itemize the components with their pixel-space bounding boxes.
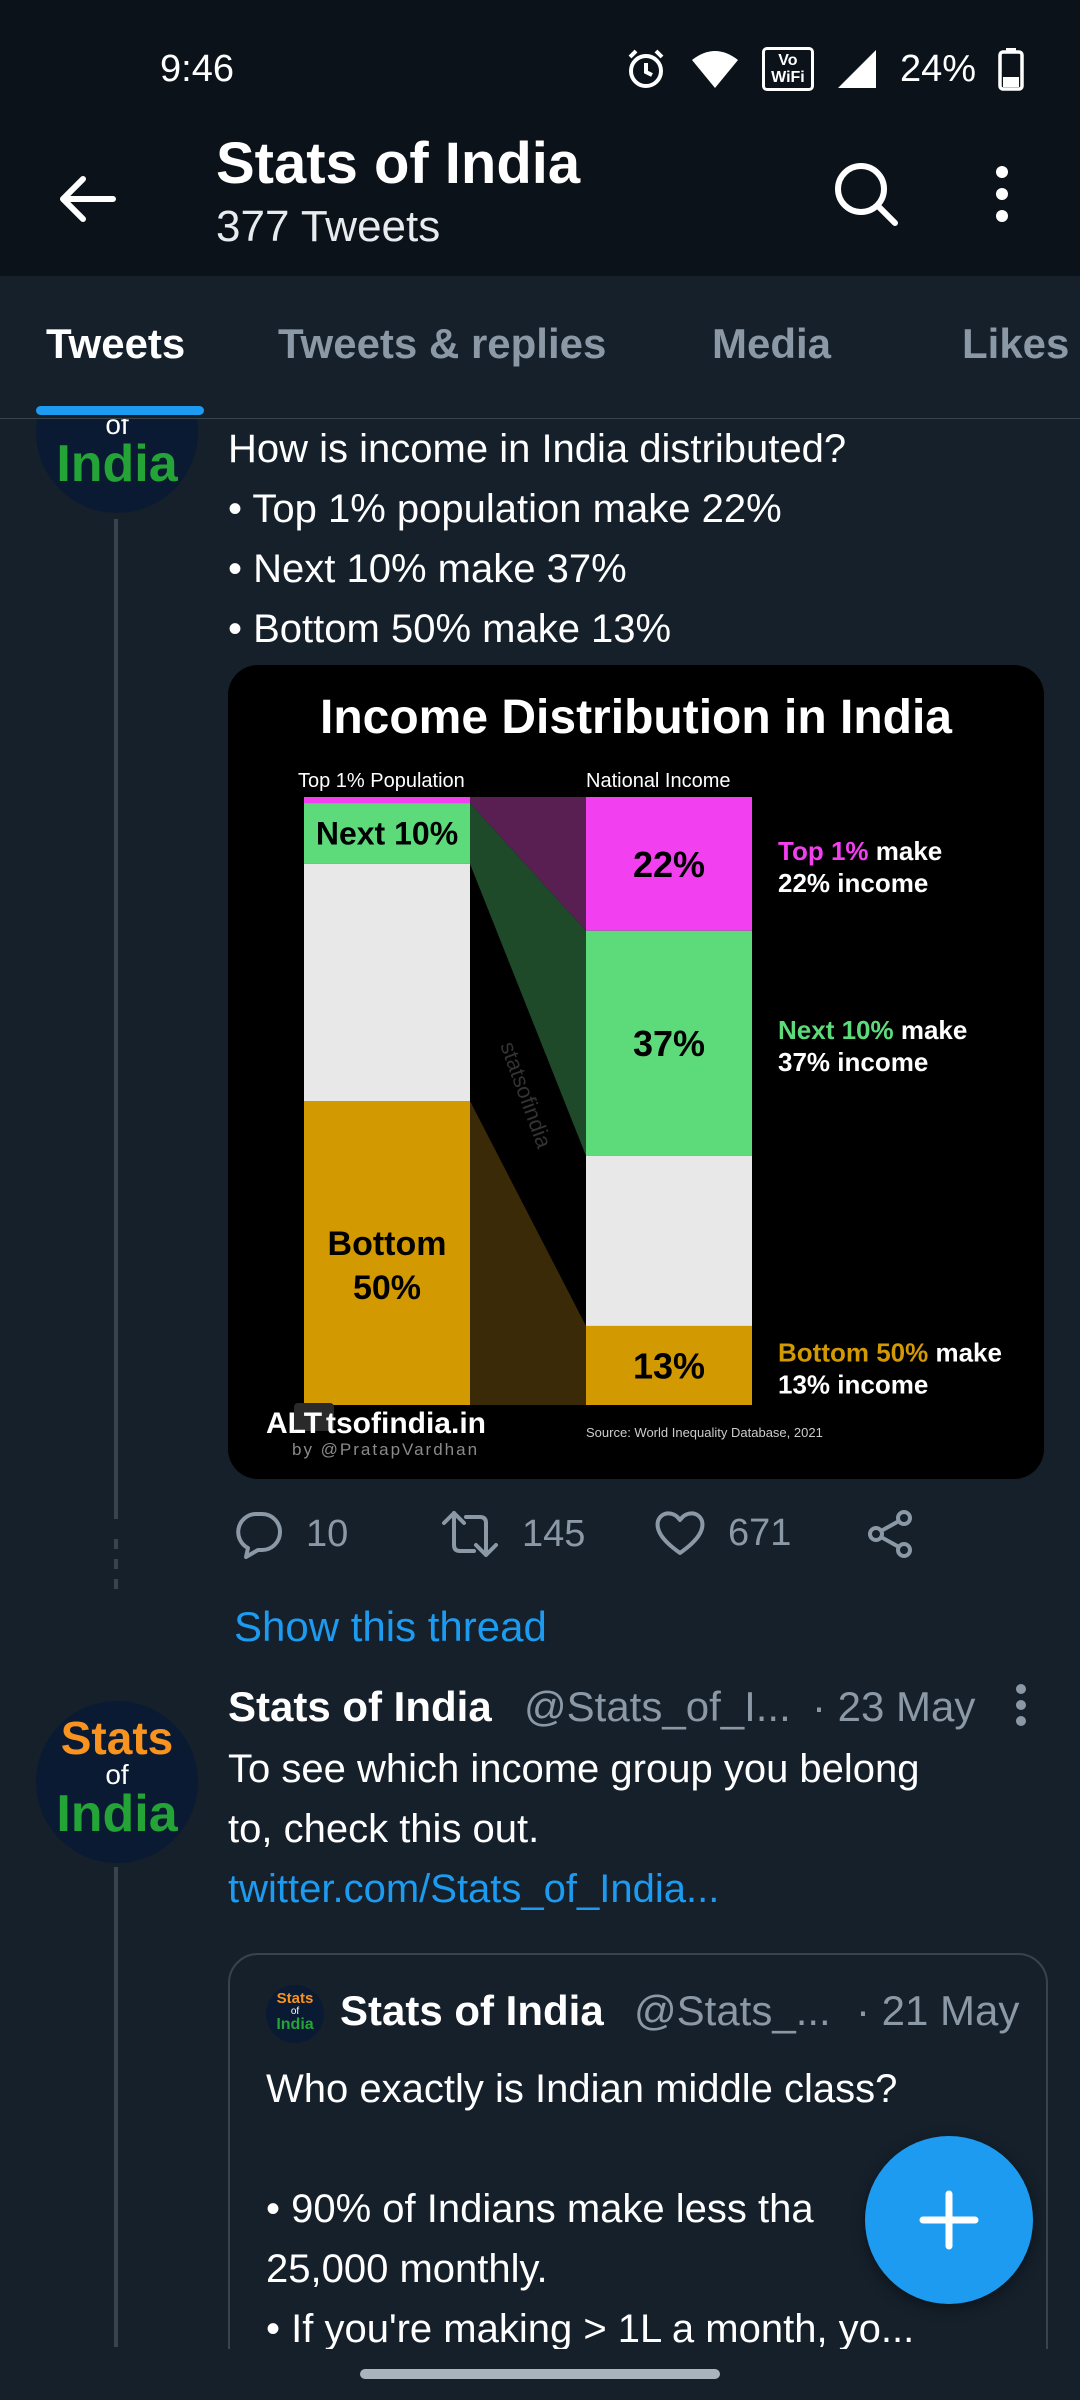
income-bar-segment bbox=[586, 1155, 752, 1326]
population-bar-segment bbox=[304, 797, 470, 804]
profile-tabs: Tweets Tweets & replies Media Likes bbox=[0, 276, 1080, 419]
quote-author-handle: @Stats_... bbox=[634, 1987, 831, 2034]
status-time: 9:46 bbox=[160, 48, 234, 90]
thread-line bbox=[114, 519, 118, 1519]
population-label: 50% bbox=[353, 1269, 421, 1307]
chart-title: Income Distribution in India bbox=[320, 691, 952, 744]
annotation-line2: 22% income bbox=[778, 868, 928, 898]
annotation-highlight: Top 1% bbox=[778, 836, 869, 866]
search-button[interactable] bbox=[826, 154, 906, 234]
alt-badge: ALT bbox=[266, 1407, 322, 1440]
retweet-count: 145 bbox=[522, 1512, 586, 1555]
active-tab-indicator bbox=[36, 406, 204, 415]
flow-band-3 bbox=[470, 1101, 586, 1405]
avatar[interactable]: Stats of India bbox=[36, 419, 198, 513]
annotation-line2: 13% income bbox=[778, 1369, 928, 1399]
population-bar-segment bbox=[304, 863, 470, 1101]
income-value-label: 22% bbox=[633, 844, 705, 885]
tweet-text: To see which income group you belong to,… bbox=[228, 1739, 1028, 1919]
tab-tweets[interactable]: Tweets bbox=[46, 320, 185, 368]
site-text: tsofindia.in bbox=[326, 1407, 486, 1440]
tweet-text: How is income in India distributed? • To… bbox=[228, 419, 846, 659]
tweet-line: • Top 1% population make 22% bbox=[228, 487, 782, 531]
annotation-rest: make bbox=[928, 1337, 1002, 1367]
tab-media[interactable]: Media bbox=[712, 320, 831, 368]
show-thread-link[interactable]: Show this thread bbox=[234, 1603, 547, 1651]
tweet-line: How is income in India distributed? bbox=[228, 427, 847, 471]
quote-line: Who exactly is Indian middle class? bbox=[266, 2067, 898, 2111]
tweet-image-chart[interactable]: Income Distribution in India Top 1% Popul… bbox=[228, 665, 1044, 1479]
more-options-button[interactable] bbox=[972, 154, 1032, 234]
quote-author-name: Stats of India bbox=[340, 1987, 604, 2034]
system-nav-bar bbox=[0, 2349, 1080, 2400]
more-vertical-icon bbox=[1016, 1684, 1026, 1726]
quote-avatar: Stats of India bbox=[266, 1985, 324, 2043]
income-value-label: 13% bbox=[633, 1345, 705, 1386]
compose-tweet-button[interactable] bbox=[865, 2136, 1033, 2304]
annotation-rest: make bbox=[894, 1015, 968, 1045]
quote-date: · 21 May bbox=[856, 1987, 1020, 2034]
plus-icon bbox=[919, 2190, 979, 2250]
annotation-line1: Top 1% make bbox=[778, 836, 942, 866]
annotation-line1: Bottom 50% make bbox=[778, 1337, 1002, 1367]
thread-dot bbox=[114, 1579, 118, 1589]
vowifi-icon: Vo WiFi bbox=[761, 47, 814, 91]
tweet-link[interactable]: twitter.com/Stats_of_India... bbox=[228, 1859, 1028, 1919]
annotation-line2: 37% income bbox=[778, 1047, 928, 1077]
tweet-feed[interactable]: Stats of India How is income in India di… bbox=[0, 419, 1080, 2349]
tweet-author-handle[interactable]: @Stats_of_I... bbox=[524, 1683, 791, 1731]
status-icons: Vo WiFi 24% bbox=[624, 44, 1024, 94]
annotation-highlight: Next 10% bbox=[778, 1015, 894, 1045]
like-count: 671 bbox=[728, 1511, 792, 1554]
right-bar-label: National Income bbox=[586, 770, 731, 792]
quote-line: • If you're making > 1L a month, yo... bbox=[266, 2307, 915, 2349]
more-vertical-icon bbox=[996, 166, 1008, 222]
cell-signal-icon bbox=[837, 50, 876, 88]
wifi-icon bbox=[691, 51, 738, 88]
reply-count: 10 bbox=[306, 1512, 349, 1555]
page-title: Stats of India bbox=[216, 131, 581, 196]
thread-dot bbox=[114, 1539, 118, 1549]
chart-source: Source: World Inequality Database, 2021 bbox=[586, 1425, 823, 1440]
tweet-line: To see which income group you belong bbox=[228, 1747, 920, 1791]
battery-percent: 24% bbox=[899, 47, 976, 90]
population-label: Next 10% bbox=[316, 815, 458, 851]
tweet-line: • Next 10% make 37% bbox=[228, 547, 627, 591]
heart-icon bbox=[655, 1511, 705, 1555]
battery-icon bbox=[998, 48, 1024, 91]
share-button[interactable] bbox=[866, 1509, 916, 1559]
avatar[interactable]: Stats of India bbox=[36, 1701, 198, 1863]
thread-dot bbox=[114, 1559, 118, 1569]
retweet-button[interactable]: 145 bbox=[440, 1509, 585, 1559]
thread-line bbox=[114, 1867, 118, 2347]
byline: by @PratapVardhan bbox=[292, 1440, 479, 1459]
alarm-icon bbox=[628, 49, 664, 88]
tab-tweets-and-replies[interactable]: Tweets & replies bbox=[278, 320, 606, 368]
annotation-highlight: Bottom 50% bbox=[778, 1337, 928, 1367]
retweet-icon bbox=[442, 1511, 498, 1557]
income-value-label: 37% bbox=[633, 1023, 705, 1064]
tweet-line: to, check this out. bbox=[228, 1807, 540, 1851]
tweet-date[interactable]: · 23 May bbox=[812, 1683, 975, 1731]
back-button[interactable] bbox=[52, 164, 122, 234]
annotation-rest: make bbox=[869, 836, 943, 866]
gesture-handle[interactable] bbox=[360, 2369, 720, 2379]
left-bar-label: Top 1% Population bbox=[298, 770, 465, 792]
reply-button[interactable]: 10 bbox=[234, 1509, 348, 1559]
like-button[interactable]: 671 bbox=[654, 1509, 791, 1557]
tweet-line: • Bottom 50% make 13% bbox=[228, 607, 672, 651]
reply-icon bbox=[236, 1512, 282, 1559]
status-bar: 9:46 Vo WiFi 24% bbox=[0, 0, 1080, 130]
tweet-author-name[interactable]: Stats of India bbox=[228, 1683, 492, 1731]
tweet-more-button[interactable] bbox=[1006, 1681, 1036, 1731]
tab-likes[interactable]: Likes bbox=[962, 320, 1069, 368]
income-distribution-chart: Income Distribution in India Top 1% Popul… bbox=[266, 691, 1002, 1459]
search-icon bbox=[835, 163, 898, 226]
population-label: Bottom bbox=[328, 1225, 447, 1263]
annotation-line1: Next 10% make bbox=[778, 1015, 967, 1045]
arrow-left-icon bbox=[60, 176, 116, 222]
tweet-count: 377 Tweets bbox=[216, 202, 441, 251]
share-icon bbox=[868, 1510, 912, 1558]
profile-header: Stats of India 377 Tweets bbox=[0, 130, 1080, 276]
